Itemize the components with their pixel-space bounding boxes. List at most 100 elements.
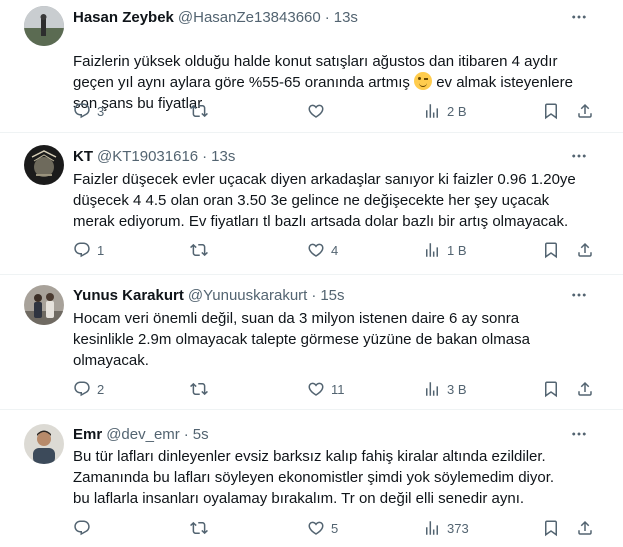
- tweet[interactable]: Yunus Karakurt @Yunuuskarakurt · 15s Hoc…: [0, 275, 623, 410]
- views-count: 373: [447, 520, 469, 536]
- tweet[interactable]: Emr @dev_emr · 5s Bu tür lafları dinleye…: [0, 410, 623, 547]
- views-button[interactable]: 3 B: [423, 378, 467, 400]
- avatar[interactable]: [24, 285, 64, 325]
- like-button[interactable]: 11: [307, 378, 345, 400]
- like-icon: [307, 519, 325, 537]
- more-icon: [570, 8, 588, 26]
- views-icon: [423, 241, 441, 259]
- like-icon: [307, 102, 325, 120]
- bookmark-icon: [542, 102, 560, 120]
- reply-icon: [73, 241, 91, 259]
- tweet-header: Emr @dev_emr · 5s: [73, 424, 209, 444]
- more-icon: [570, 425, 588, 443]
- tweet-header: Yunus Karakurt @Yunuuskarakurt · 15s: [73, 285, 345, 305]
- timeline-feed: Hasan Zeybek @HasanZe13843660 · 13s Faiz…: [0, 0, 623, 547]
- like-count: 11: [331, 381, 345, 397]
- reply-icon: [73, 519, 91, 537]
- timestamp[interactable]: 5s: [193, 426, 209, 443]
- share-icon: [576, 380, 594, 398]
- views-icon: [423, 519, 441, 537]
- like-button[interactable]: 5: [307, 517, 338, 539]
- more-icon: [570, 147, 588, 165]
- bookmark-icon: [542, 380, 560, 398]
- repost-icon: [190, 241, 208, 259]
- like-icon: [307, 241, 325, 259]
- share-button[interactable]: [576, 378, 594, 400]
- avatar[interactable]: [24, 6, 64, 46]
- tweet-actions: 3 2 B: [73, 100, 573, 122]
- reply-count: 1: [97, 242, 105, 258]
- reply-icon: [73, 102, 91, 120]
- separator-dot: ·: [202, 147, 208, 165]
- repost-button[interactable]: [190, 517, 214, 539]
- more-options-button[interactable]: [569, 424, 589, 444]
- display-name[interactable]: Yunus Karakurt: [73, 287, 184, 304]
- tweet-actions: 1 4 1 B: [73, 239, 573, 261]
- avatar[interactable]: [24, 145, 64, 185]
- share-icon: [576, 519, 594, 537]
- avatar[interactable]: [24, 424, 64, 464]
- more-options-button[interactable]: [569, 285, 589, 305]
- bookmark-button[interactable]: [542, 517, 560, 539]
- bookmark-icon: [542, 241, 560, 259]
- views-count: 1 B: [447, 242, 467, 258]
- tweet-actions: 5 373: [73, 517, 573, 539]
- repost-button[interactable]: [190, 378, 214, 400]
- bookmark-button[interactable]: [542, 378, 560, 400]
- tweet-header: KT @KT19031616 · 13s: [73, 146, 235, 166]
- repost-button[interactable]: [190, 100, 214, 122]
- tweet-header: Hasan Zeybek @HasanZe13843660 · 13s: [73, 7, 358, 27]
- more-options-button[interactable]: [569, 146, 589, 166]
- user-handle[interactable]: @dev_emr: [106, 426, 180, 443]
- share-icon: [576, 102, 594, 120]
- user-handle[interactable]: @Yunuuskarakurt: [188, 287, 307, 304]
- tweet-actions: 2 11 3 B: [73, 378, 573, 400]
- separator-dot: ·: [324, 8, 330, 26]
- bookmark-button[interactable]: [542, 100, 560, 122]
- like-button[interactable]: 4: [307, 239, 338, 261]
- share-button[interactable]: [576, 100, 594, 122]
- share-button[interactable]: [576, 239, 594, 261]
- reply-count: 3: [97, 103, 105, 119]
- more-options-button[interactable]: [569, 7, 589, 27]
- user-handle[interactable]: @KT19031616: [97, 148, 198, 165]
- like-count: 5: [331, 520, 339, 536]
- tweet-text: Faizler düşecek evler uçacak diyen arkad…: [73, 171, 576, 230]
- like-icon: [307, 380, 325, 398]
- tweet[interactable]: KT @KT19031616 · 13s Faizler düşecek evl…: [0, 133, 623, 275]
- views-button[interactable]: 1 B: [423, 239, 467, 261]
- bookmark-button[interactable]: [542, 239, 560, 261]
- display-name[interactable]: KT: [73, 148, 93, 165]
- winking-face-icon: [414, 72, 433, 90]
- reply-button[interactable]: [73, 517, 97, 539]
- views-icon: [423, 380, 441, 398]
- like-count: 4: [331, 242, 339, 258]
- share-icon: [576, 241, 594, 259]
- views-button[interactable]: 373: [423, 517, 469, 539]
- share-button[interactable]: [576, 517, 594, 539]
- repost-icon: [190, 519, 208, 537]
- reply-button[interactable]: 3: [73, 100, 104, 122]
- views-icon: [423, 102, 441, 120]
- tweet-text: Hocam veri önemli değil, suan da 3 milyo…: [73, 310, 530, 369]
- more-icon: [570, 286, 588, 304]
- timestamp[interactable]: 15s: [320, 287, 344, 304]
- bookmark-icon: [542, 519, 560, 537]
- separator-dot: ·: [311, 286, 317, 304]
- repost-button[interactable]: [190, 239, 214, 261]
- reply-button[interactable]: 1: [73, 239, 104, 261]
- timestamp[interactable]: 13s: [334, 9, 358, 26]
- user-handle[interactable]: @HasanZe13843660: [178, 9, 321, 26]
- repost-icon: [190, 102, 208, 120]
- like-button[interactable]: [307, 100, 331, 122]
- tweet-text: Bu tür lafları dinleyenler evsiz barksız…: [73, 448, 555, 507]
- display-name[interactable]: Hasan Zeybek: [73, 9, 174, 26]
- display-name[interactable]: Emr: [73, 426, 102, 443]
- reply-button[interactable]: 2: [73, 378, 104, 400]
- timestamp[interactable]: 13s: [211, 148, 235, 165]
- views-count: 2 B: [447, 103, 467, 119]
- views-button[interactable]: 2 B: [423, 100, 467, 122]
- repost-icon: [190, 380, 208, 398]
- separator-dot: ·: [183, 425, 189, 443]
- tweet[interactable]: Hasan Zeybek @HasanZe13843660 · 13s Faiz…: [0, 0, 623, 133]
